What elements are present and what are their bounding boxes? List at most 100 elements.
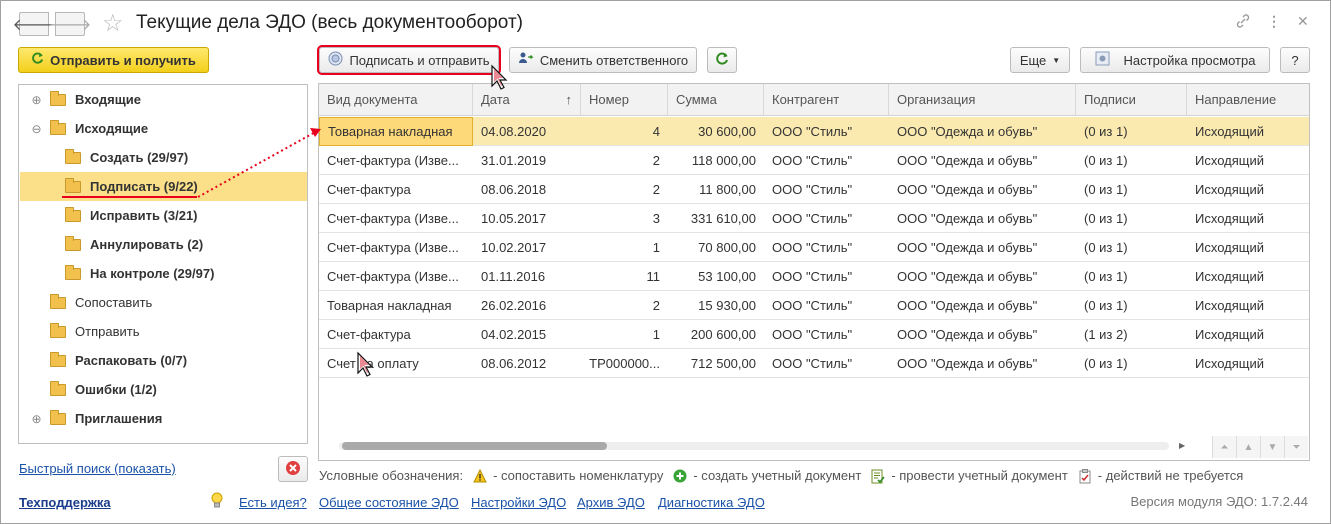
table-cell: ООО "Одежда и обувь" [897,327,1038,342]
table-cell: 15 930,00 [698,298,756,313]
table-cell: (0 из 1) [1084,298,1128,313]
table-cell: (0 из 1) [1084,124,1128,139]
link-icon[interactable] [1235,13,1251,34]
scrollbar-thumb[interactable] [342,442,607,450]
next-page-icon[interactable]: ▼ [1260,436,1284,458]
table-cell: 2 [652,182,660,197]
table-cell: Счет-фактура [327,182,411,197]
edo-status-link[interactable]: Общее состояние ЭДО [319,495,459,510]
tree-item[interactable]: На контроле (29/97) [65,259,214,288]
tree-item[interactable]: Исправить (3/21) [65,201,198,230]
table-cell: 11 800,00 [699,182,756,197]
change-responsible-button[interactable]: Сменить ответственного [509,47,697,73]
folder-icon [65,206,81,222]
column-header[interactable]: Сумма [668,84,764,116]
tree-item[interactable]: Распаковать (0/7) [31,346,187,375]
table-cell: Счет-фактура (Изве... [327,153,459,168]
table-cell: 11 [646,269,661,284]
table-cell: Счет-фактура (Изве... [327,211,459,226]
table-header: Вид документа Дата ↑ Номер Сумма Контрагент Ор… [319,84,1309,116]
table-row[interactable]: Счет-фактура 08.06.2018 2 11 800,00 ООО "Сти… [319,175,1309,204]
documents-table: Вид документа Дата ↑ Номер Сумма Контрагент Ор… [318,83,1310,461]
back-button[interactable]: 🡐 [13,12,55,36]
expand-icon[interactable]: ⊕ [31,93,42,107]
tree-item[interactable]: Аннулировать (2) [65,230,203,259]
more-menu-icon[interactable]: ⋮ [1267,13,1281,30]
table-row[interactable]: Счет на оплату 08.06.2012 ТР000000... 712 5… [319,349,1309,378]
support-link[interactable]: Техподдержка [19,495,111,510]
tree-item-label: На контроле (29/97) [90,266,215,281]
edo-window: 🡐 🡒 ☆ Текущие дела ЭДО (весь документооб… [0,0,1331,524]
table-cell: (0 из 1) [1084,182,1128,197]
column-header[interactable]: Направление [1187,84,1309,116]
favorite-star-icon[interactable]: ☆ [102,10,124,38]
column-header[interactable]: Контрагент [764,84,889,116]
edo-archive-link[interactable]: Архив ЭДО [577,495,645,510]
clear-search-button[interactable] [278,456,308,482]
tree-item[interactable]: ⊕ Приглашения [31,404,162,433]
table-row[interactable]: Счет-фактура 04.02.2015 1 200 600,00 ООО "Ст… [319,320,1309,349]
table-cell: Счет-фактура [327,327,411,342]
sign-send-button[interactable]: Подписать и отправить [317,45,501,75]
close-circle-icon [285,460,301,479]
close-icon[interactable]: ✕ [1297,13,1309,30]
edo-diagnostics-link[interactable]: Диагностика ЭДО [658,495,765,510]
tree-item-label: Ошибки (1/2) [75,382,157,397]
tree-item-label: Исходящие [75,121,149,136]
horizontal-scrollbar[interactable] [339,442,1169,450]
column-header[interactable]: Организация [889,84,1076,116]
table-row[interactable]: Счет-фактура (Изве... 01.11.2016 11 53 100,… [319,262,1309,291]
edo-settings-link[interactable]: Настройки ЭДО [471,495,566,510]
tree-item-label: Исправить (3/21) [90,208,198,223]
add-circle-icon [673,469,687,483]
last-page-icon[interactable]: ⏷ [1284,436,1308,458]
folder-icon [65,148,81,164]
table-row[interactable]: Счет-фактура (Изве... 10.05.2017 3 331 610,… [319,204,1309,233]
collapse-icon[interactable]: ⊖ [31,122,42,136]
tree-item-label: Создать (29/97) [90,150,189,165]
table-row[interactable]: Товарная накладная 04.08.2020 4 30 600,00 ОО… [319,117,1309,146]
first-page-icon[interactable]: ⏶ [1212,436,1236,458]
table-cell: Исходящий [1195,211,1264,226]
idea-link[interactable]: Есть идея? [239,495,307,510]
column-header[interactable]: Номер [581,84,668,116]
column-header[interactable]: Подписи [1076,84,1187,116]
tree-item[interactable]: Отправить [31,317,139,346]
table-row[interactable]: Товарная накладная 26.02.2016 2 15 930,00 ОО… [319,291,1309,320]
tree-item[interactable]: Подписать (9/22) [20,172,307,201]
table-row[interactable]: Счет-фактура (Изве... 31.01.2019 2 118 000,… [319,146,1309,175]
forward-button[interactable]: 🡒 [49,12,91,36]
column-header[interactable]: Вид документа [319,84,473,116]
help-button[interactable]: ? [1280,47,1310,73]
tree-item[interactable]: ⊖ Исходящие [31,114,148,143]
column-header-label: Организация [897,92,976,107]
prev-page-icon[interactable]: ▲ [1236,436,1260,458]
table-row[interactable]: Счет-фактура (Изве... 10.02.2017 1 70 800,0… [319,233,1309,262]
table-cell: Исходящий [1195,356,1264,371]
tree-item-label: Приглашения [75,411,163,426]
scroll-right-icon[interactable]: ▶ [1179,441,1185,450]
table-cell: 26.02.2016 [481,298,547,313]
table-cell: 1 [652,240,660,255]
table-cell: Исходящий [1195,298,1264,313]
table-cell: (0 из 1) [1084,269,1128,284]
table-cell: ТР000000... [589,356,660,371]
tree-item[interactable]: Сопоставить [31,288,152,317]
column-header[interactable]: Дата ↑ [473,84,581,116]
more-button[interactable]: Еще ▼ [1010,47,1070,73]
tree-item[interactable]: Ошибки (1/2) [31,375,157,404]
refresh-button[interactable] [707,47,737,73]
expand-icon[interactable]: ⊕ [31,412,42,426]
send-receive-button[interactable]: Отправить и получить [18,47,209,73]
tree-item[interactable]: ⊕ Входящие [31,85,141,114]
folder-icon [50,293,66,309]
table-cell: Исходящий [1195,153,1264,168]
view-settings-button[interactable]: Настройка просмотра [1080,47,1270,73]
quick-search-link[interactable]: Быстрый поиск (показать) [19,461,176,476]
table-cell: 08.06.2012 [481,356,547,371]
sign-icon [328,51,343,69]
table-cell: ООО "Одежда и обувь" [897,124,1038,139]
table-cell: 2 [652,298,660,313]
table-cell: (0 из 1) [1084,356,1128,371]
tree-item[interactable]: Создать (29/97) [65,143,188,172]
